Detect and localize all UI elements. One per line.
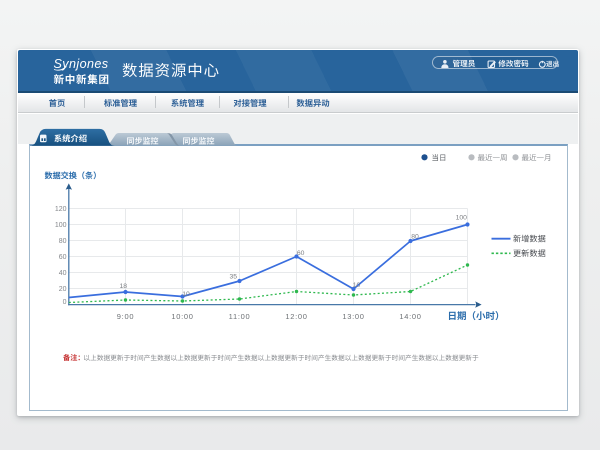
svg-text:20: 20 bbox=[59, 286, 67, 293]
svg-text:11:00: 11:00 bbox=[229, 312, 251, 321]
svg-text:0: 0 bbox=[63, 299, 67, 306]
svg-text:10: 10 bbox=[353, 282, 361, 289]
svg-text:60: 60 bbox=[59, 254, 67, 261]
svg-text:14:00: 14:00 bbox=[399, 312, 421, 321]
svg-text:9:00: 9:00 bbox=[117, 312, 134, 321]
svg-text:100: 100 bbox=[456, 215, 468, 222]
svg-text:13:00: 13:00 bbox=[342, 312, 364, 321]
svg-text:10: 10 bbox=[182, 291, 190, 298]
svg-text:Synjones: Synjones bbox=[54, 57, 109, 71]
svg-text:80: 80 bbox=[411, 233, 419, 240]
svg-text:40: 40 bbox=[59, 270, 67, 277]
svg-text:80: 80 bbox=[59, 238, 67, 245]
svg-text:10:00: 10:00 bbox=[171, 312, 193, 321]
svg-text:12:00: 12:00 bbox=[285, 312, 307, 321]
svg-text:100: 100 bbox=[55, 222, 67, 229]
svg-text:120: 120 bbox=[55, 206, 67, 213]
svg-text:60: 60 bbox=[297, 250, 305, 257]
svg-text:35: 35 bbox=[230, 273, 238, 280]
svg-text:18: 18 bbox=[120, 283, 128, 290]
